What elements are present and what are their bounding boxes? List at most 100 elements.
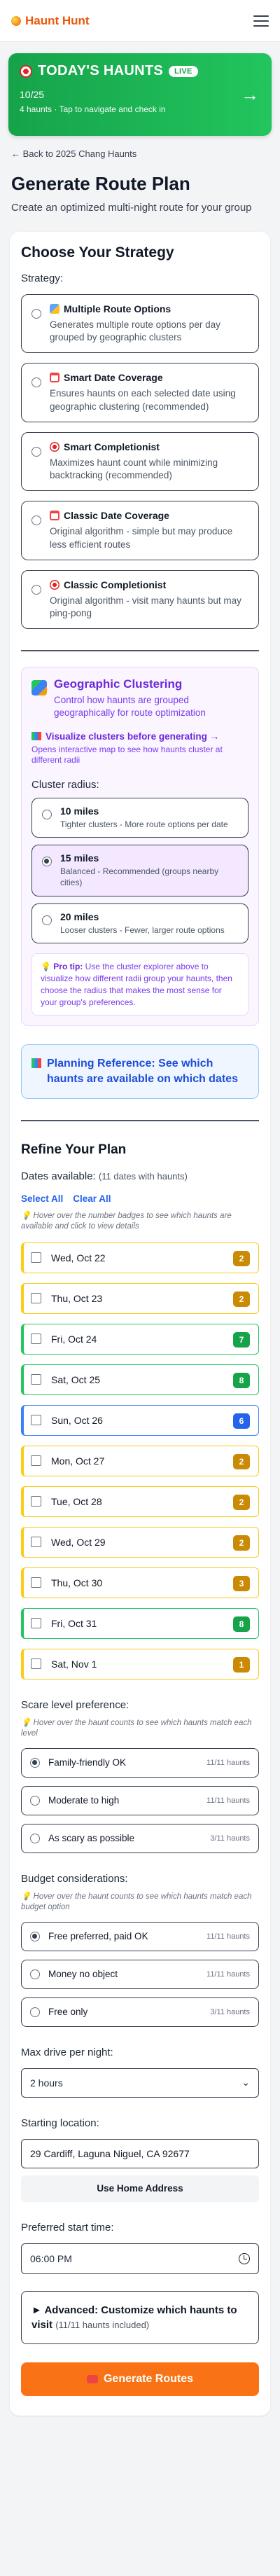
budget-option[interactable]: Free preferred, paid OK 11/11 haunts [21, 1921, 259, 1951]
date-row[interactable]: Fri, Oct 31 8 [21, 1607, 259, 1639]
radius-option[interactable]: 10 miles Tighter clusters - More route op… [31, 797, 248, 838]
start-time-input[interactable]: 06:00 PM [21, 2243, 259, 2274]
live-badge: LIVE [169, 65, 198, 77]
haunt-count[interactable]: 11/11 haunts [206, 1759, 250, 1767]
strategy-option[interactable]: Classic Completionist Original algorithm … [21, 569, 259, 630]
strategy-option[interactable]: Classic Date Coverage Original algorithm … [21, 501, 259, 560]
radio-button[interactable] [42, 857, 52, 867]
menu-icon[interactable] [253, 15, 269, 27]
radio-button[interactable] [31, 378, 41, 388]
radius-option[interactable]: 20 miles Looser clusters - Fewer, larger … [31, 903, 248, 944]
radio-button[interactable] [30, 1833, 40, 1843]
visualize-clusters-link[interactable]: Visualize clusters before generating → [31, 731, 248, 742]
budget-option[interactable]: Money no object 11/11 haunts [21, 1959, 259, 1989]
haunt-count[interactable]: 3/11 haunts [210, 1834, 250, 1843]
haunt-count[interactable]: 11/11 haunts [206, 1932, 250, 1941]
date-row[interactable]: Wed, Oct 29 2 [21, 1526, 259, 1558]
haunt-count[interactable]: 11/11 haunts [206, 1796, 250, 1805]
radio-button[interactable] [31, 584, 41, 595]
haunt-count-badge[interactable]: 8 [233, 1372, 250, 1388]
use-home-address-button[interactable]: Use Home Address [21, 2175, 259, 2202]
advanced-customize-toggle[interactable]: ► Advanced: Customize which haunts to vi… [21, 2290, 259, 2344]
date-row[interactable]: Wed, Oct 22 2 [21, 1242, 259, 1273]
arrow-right-icon[interactable]: → [241, 84, 259, 106]
radio-button[interactable] [30, 2007, 40, 2017]
haunt-count-badge[interactable]: 2 [233, 1494, 250, 1510]
haunt-count[interactable]: 11/11 haunts [206, 1970, 250, 1979]
radio-button[interactable] [30, 1795, 40, 1806]
haunt-count-badge[interactable]: 1 [233, 1656, 250, 1673]
planning-reference-link[interactable]: Planning Reference: See which haunts are… [21, 1044, 259, 1099]
haunt-count-badge[interactable]: 2 [233, 1453, 250, 1469]
strategy-option[interactable]: Multiple Route Options Generates multiple… [21, 294, 259, 354]
route-plan-form: Choose Your Strategy Strategy: Multiple … [10, 232, 270, 2416]
date-row[interactable]: Thu, Oct 23 2 [21, 1282, 259, 1314]
date-checkbox[interactable] [31, 1618, 41, 1629]
scare-level-option[interactable]: Moderate to high 11/11 haunts [21, 1785, 259, 1815]
clock-icon[interactable] [239, 2252, 250, 2264]
date-checkbox[interactable] [31, 1659, 41, 1670]
scare-level-option[interactable]: As scary as possible 3/11 haunts [21, 1823, 259, 1853]
starting-location-input[interactable]: 29 Cardiff, Laguna Niguel, CA 92677 [21, 2138, 259, 2168]
radius-option[interactable]: 15 miles Balanced - Recommended (groups n… [31, 845, 248, 896]
haunt-count-badge[interactable]: 6 [233, 1413, 250, 1429]
brand-logo[interactable]: Haunt Hunt [11, 14, 90, 28]
radio-button[interactable] [31, 446, 41, 457]
date-checkbox[interactable] [31, 1374, 41, 1385]
date-row[interactable]: Fri, Oct 24 7 [21, 1323, 259, 1355]
haunt-count-badge[interactable]: 2 [233, 1250, 250, 1266]
geographic-clustering-panel: Geographic Clustering Control how haunts… [21, 667, 259, 1027]
scare-level-label: As scary as possible [48, 1833, 135, 1844]
date-row[interactable]: Sat, Nov 1 1 [21, 1648, 259, 1680]
select-all-button[interactable]: Select All [21, 1193, 63, 1204]
haunt-count-badge[interactable]: 7 [233, 1331, 250, 1348]
generate-routes-button[interactable]: Generate Routes [21, 2362, 259, 2396]
budget-label: Money no object [48, 1969, 118, 1980]
refine-heading: Refine Your Plan [21, 1142, 127, 1157]
date-checkbox[interactable] [31, 1252, 41, 1263]
date-label: Fri, Oct 31 [51, 1617, 97, 1629]
max-drive-select[interactable]: 2 hours ⌄ [21, 2068, 259, 2098]
date-row[interactable]: Mon, Oct 27 2 [21, 1445, 259, 1476]
date-checkbox[interactable] [31, 1455, 41, 1467]
radio-button[interactable] [30, 1757, 40, 1768]
back-link[interactable]: ← Back to 2025 Chang Haunts [11, 148, 269, 159]
scare-level-option[interactable]: Family-friendly OK 11/11 haunts [21, 1747, 259, 1778]
banner-title: TODAY'S HAUNTS [38, 63, 163, 78]
date-checkbox[interactable] [31, 1334, 41, 1345]
radio-button[interactable] [31, 515, 41, 526]
todays-haunts-banner[interactable]: TODAY'S HAUNTS LIVE 10/25 4 haunts · Tap… [8, 53, 272, 136]
radio-button[interactable] [30, 1969, 40, 1979]
date-checkbox[interactable] [31, 1577, 41, 1588]
clear-all-button[interactable]: Clear All [73, 1193, 111, 1204]
car-icon [86, 2374, 98, 2383]
radio-button[interactable] [30, 1931, 40, 1941]
date-checkbox[interactable] [31, 1496, 41, 1507]
budget-option[interactable]: Free only 3/11 haunts [21, 1997, 259, 2027]
haunt-count-badge[interactable]: 3 [233, 1575, 250, 1591]
date-checkbox[interactable] [31, 1415, 41, 1426]
date-label: Wed, Oct 29 [51, 1536, 106, 1548]
date-row[interactable]: Tue, Oct 28 2 [21, 1486, 259, 1517]
haunt-count-badge[interactable]: 2 [233, 1535, 250, 1551]
strategy-option[interactable]: Smart Completionist Maximizes haunt count… [21, 431, 259, 492]
strategy-option[interactable]: Smart Date Coverage Ensures haunts on eac… [21, 363, 259, 422]
date-row[interactable]: Thu, Oct 30 3 [21, 1567, 259, 1598]
haunt-count[interactable]: 3/11 haunts [210, 2008, 250, 2016]
haunt-count-badge[interactable]: 8 [233, 1616, 250, 1632]
haunt-count-badge[interactable]: 2 [233, 1291, 250, 1307]
scare-hint: 💡 Hover over the haunt counts to see whi… [21, 1718, 252, 1738]
radio-button[interactable] [31, 309, 41, 319]
geo-title: Geographic Clustering [54, 677, 183, 691]
date-checkbox[interactable] [31, 1293, 41, 1304]
map-icon [31, 680, 47, 696]
date-row[interactable]: Sun, Oct 26 6 [21, 1404, 259, 1436]
date-checkbox[interactable] [31, 1537, 41, 1548]
page-subtitle: Create an optimized multi-night route fo… [11, 202, 252, 214]
radio-button[interactable] [42, 809, 52, 819]
radio-button[interactable] [42, 915, 52, 925]
calendar-icon [50, 373, 59, 383]
date-row[interactable]: Sat, Oct 25 8 [21, 1364, 259, 1395]
grid-icon [50, 304, 59, 314]
strategy-description: Original algorithm - visit many haunts b… [50, 595, 241, 618]
